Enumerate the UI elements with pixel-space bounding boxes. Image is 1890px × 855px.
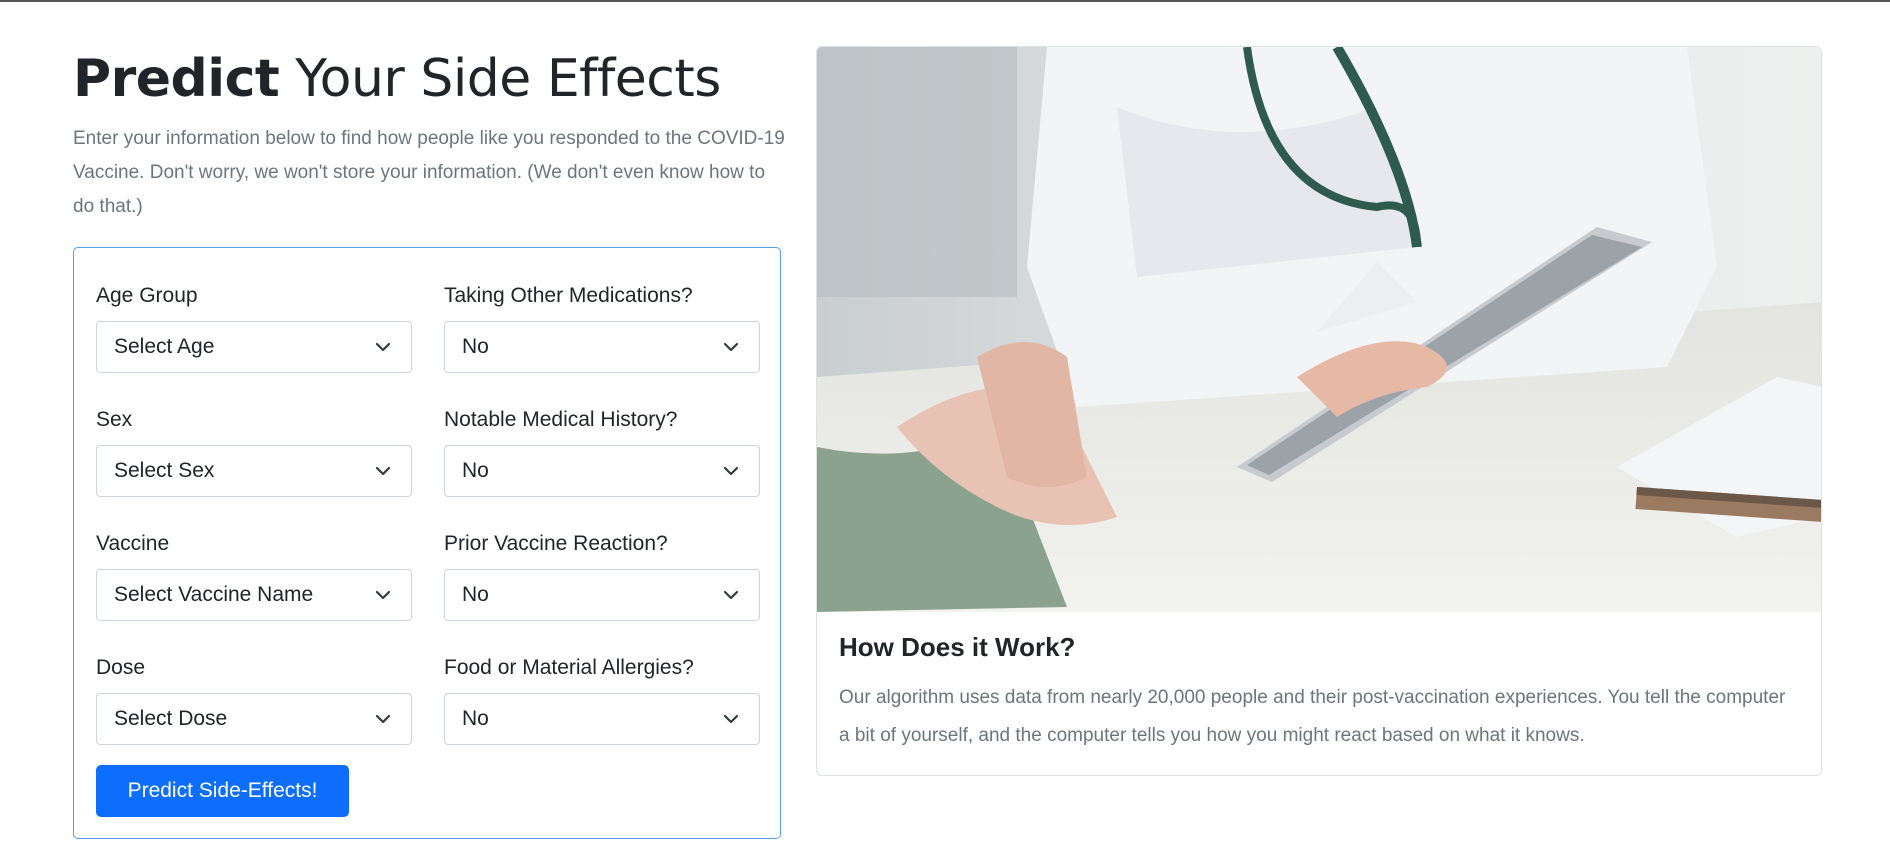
allergies-label: Food or Material Allergies?: [444, 656, 694, 679]
chevron-down-icon: [375, 466, 391, 476]
chevron-down-icon: [723, 714, 739, 724]
vaccine-select[interactable]: Select Vaccine Name: [96, 569, 412, 621]
sex-value: Select Sex: [114, 459, 215, 482]
sex-select[interactable]: Select Sex: [96, 445, 412, 497]
top-border: [0, 0, 1890, 2]
medications-select[interactable]: No: [444, 321, 760, 373]
medical-history-select[interactable]: No: [444, 445, 760, 497]
intro-text: Enter your information below to find how…: [73, 128, 785, 217]
dose-label: Dose: [96, 656, 146, 679]
vaccine-label: Vaccine: [96, 532, 170, 555]
page-title: Predict Your Side Effects: [73, 42, 721, 116]
card-title: How Does it Work?: [839, 632, 1076, 662]
chevron-down-icon: [723, 590, 739, 600]
chevron-down-icon: [375, 590, 391, 600]
chevron-down-icon: [375, 342, 391, 352]
age-group-value: Select Age: [114, 335, 215, 358]
dose-select[interactable]: Select Dose: [96, 693, 412, 745]
predict-button[interactable]: Predict Side-Effects!: [96, 765, 349, 817]
title-rest: Your Side Effects: [279, 49, 721, 109]
card-text: Our algorithm uses data from nearly 20,0…: [839, 687, 1786, 746]
medications-label: Taking Other Medications?: [444, 284, 693, 307]
allergies-select[interactable]: No: [444, 693, 760, 745]
vaccine-value: Select Vaccine Name: [114, 583, 314, 606]
allergies-value: No: [462, 707, 489, 730]
chevron-down-icon: [723, 342, 739, 352]
title-bold: Predict: [73, 49, 280, 109]
prior-reaction-value: No: [462, 583, 489, 606]
sex-label: Sex: [96, 408, 133, 431]
prior-reaction-label: Prior Vaccine Reaction?: [444, 532, 668, 555]
chevron-down-icon: [723, 466, 739, 476]
medical-history-value: No: [462, 459, 489, 482]
dose-value: Select Dose: [114, 707, 228, 730]
age-group-label: Age Group: [96, 284, 198, 307]
medical-history-label: Notable Medical History?: [444, 408, 678, 431]
chevron-down-icon: [375, 714, 391, 724]
age-group-select[interactable]: Select Age: [96, 321, 412, 373]
prior-reaction-select[interactable]: No: [444, 569, 760, 621]
how-it-works-card: How Does it Work? Our algorithm uses dat…: [816, 46, 1822, 776]
medications-value: No: [462, 335, 489, 358]
doctor-consultation-image: [817, 47, 1821, 612]
